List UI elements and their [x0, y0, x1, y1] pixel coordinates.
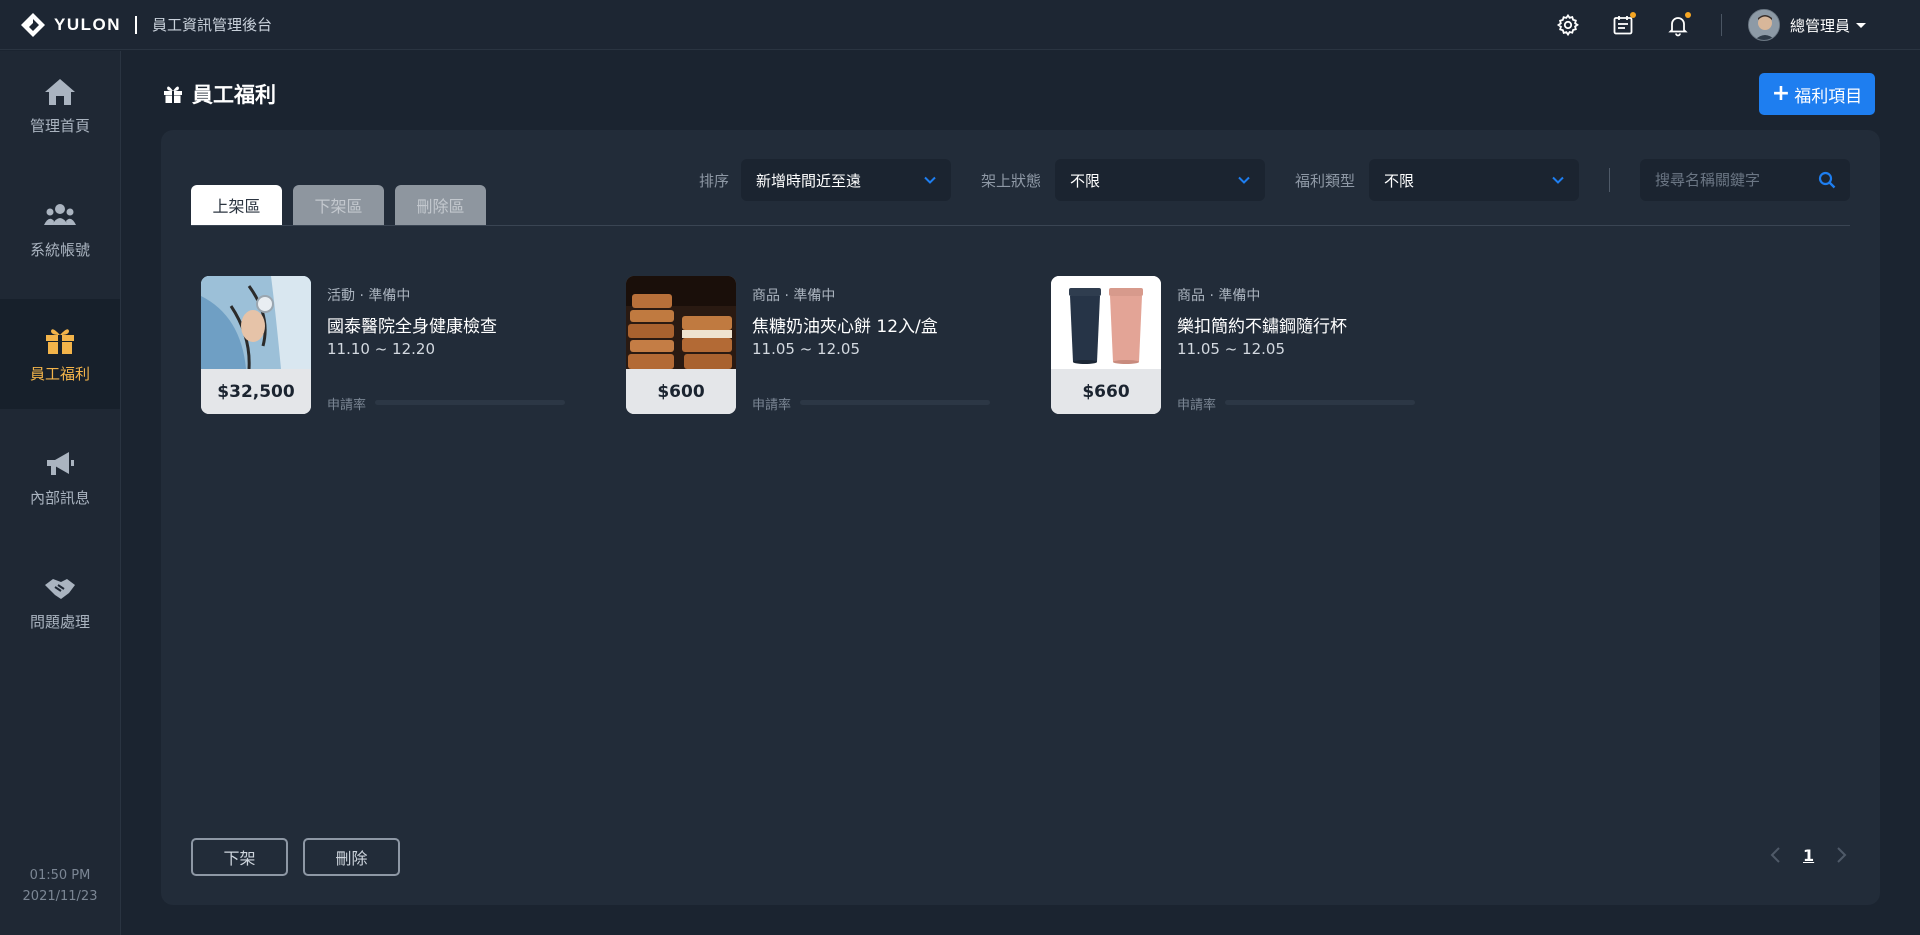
gear-icon[interactable] — [1556, 13, 1580, 37]
brand-name: YULON — [54, 14, 121, 34]
sidebar-item-label: 管理首頁 — [29, 116, 90, 135]
sidebar: 管理首頁 系統帳號 員工福利 內部訊息 問題處理 01:50 PM 2021/1… — [0, 51, 121, 935]
header-divider — [1721, 14, 1722, 36]
search-icon[interactable] — [1818, 171, 1836, 189]
search-input[interactable] — [1640, 159, 1810, 201]
bell-notification-dot — [1685, 12, 1691, 18]
clock-date: 2021/11/23 — [22, 889, 98, 904]
sort-select[interactable]: 新增時間近至遠 — [741, 159, 951, 201]
benefit-thumbnail: $32,500 — [201, 276, 311, 414]
benefit-meta: 商品 · 準備中 — [752, 288, 836, 304]
page-number[interactable]: 1 — [1803, 846, 1814, 865]
benefit-meta: 活動 · 準備中 — [327, 288, 411, 304]
benefit-thumbnail: $600 — [626, 276, 736, 414]
tumbler-image — [1051, 276, 1161, 369]
sidebar-item-label: 內部訊息 — [29, 488, 90, 507]
health-check-image — [201, 276, 311, 369]
rate-label: 申請率 — [1177, 398, 1217, 413]
brand-logo[interactable]: YULON 員工資訊管理後台 — [20, 12, 272, 38]
chevron-down-icon — [1238, 176, 1250, 184]
benefit-name: 焦糖奶油夾心餅 12入/盒 — [752, 317, 938, 337]
benefit-card[interactable]: $32,500 活動 · 準備中 國泰醫院全身健康檢查 11.10 ~ 12.2… — [201, 276, 571, 414]
gift-icon — [46, 328, 74, 354]
benefit-price: $32,500 — [201, 369, 311, 414]
tab-on-shelf[interactable]: 上架區 — [191, 185, 282, 225]
benefit-price: $600 — [626, 369, 736, 414]
user-menu[interactable]: 總管理員 — [1748, 8, 1867, 42]
gift-icon — [164, 86, 182, 103]
sidebar-item-label: 系統帳號 — [29, 240, 90, 259]
brand-divider — [135, 15, 137, 34]
handshake-icon — [45, 578, 75, 599]
status-value: 不限 — [1070, 171, 1101, 190]
benefit-name: 國泰醫院全身健康檢查 — [327, 317, 497, 337]
benefit-date: 11.10 ~ 12.20 — [327, 340, 435, 358]
app-title: 員工資訊管理後台 — [152, 16, 273, 34]
benefit-card[interactable]: $600 商品 · 準備中 焦糖奶油夾心餅 12入/盒 11.05 ~ 12.0… — [626, 276, 996, 414]
status-label: 架上狀態 — [981, 172, 1042, 190]
sort-label: 排序 — [699, 172, 730, 190]
benefit-card[interactable]: $660 商品 · 準備中 樂扣簡約不鏽鋼隨行杯 11.05 ~ 12.05 申… — [1051, 276, 1421, 414]
page-title: 員工福利 — [163, 79, 276, 109]
plus-icon: + — [1771, 81, 1791, 106]
rate-progress-bar — [1225, 400, 1415, 405]
chevron-right-icon[interactable] — [1832, 844, 1850, 866]
sidebar-clock: 01:50 PM 2021/11/23 — [0, 865, 120, 907]
sidebar-item-benefits[interactable]: 員工福利 — [0, 299, 120, 409]
user-name: 總管理員 — [1790, 16, 1851, 35]
sidebar-item-label: 員工福利 — [29, 364, 90, 383]
sidebar-item-home[interactable]: 管理首頁 — [0, 51, 120, 161]
tab-divider — [191, 225, 1850, 226]
pagination: 1 — [1767, 844, 1850, 866]
benefit-price: $660 — [1051, 369, 1161, 414]
chevron-down-icon — [924, 176, 936, 184]
delete-button[interactable]: 刪除 — [303, 838, 400, 876]
rate-label: 申請率 — [327, 398, 367, 413]
megaphone-icon — [47, 451, 74, 475]
benefits-panel: 上架區 下架區 刪除區 排序 新增時間近至遠 架上狀態 不限 福利類型 不限 搜… — [161, 130, 1880, 905]
benefit-meta: 商品 · 準備中 — [1177, 288, 1261, 304]
tab-deleted[interactable]: 刪除區 — [395, 185, 486, 225]
benefit-date: 11.05 ~ 12.05 — [752, 340, 860, 358]
sidebar-item-issues[interactable]: 問題處理 — [0, 547, 120, 657]
benefit-name: 樂扣簡約不鏽鋼隨行杯 — [1177, 317, 1347, 337]
sidebar-item-label: 問題處理 — [29, 612, 90, 631]
cookie-image — [626, 276, 736, 369]
type-value: 不限 — [1384, 171, 1415, 190]
chevron-left-icon[interactable] — [1767, 844, 1785, 866]
rate-progress-bar — [375, 400, 565, 405]
sidebar-item-messages[interactable]: 內部訊息 — [0, 423, 120, 533]
chevron-down-icon — [1552, 176, 1564, 184]
calendar-icon[interactable] — [1611, 12, 1636, 37]
bell-icon[interactable] — [1666, 12, 1691, 37]
add-benefit-button[interactable]: + 福利項目 — [1759, 73, 1875, 115]
top-bar: YULON 員工資訊管理後台 總管理員 — [0, 0, 1920, 50]
calendar-notification-dot — [1630, 12, 1636, 18]
tab-bar: 上架區 下架區 刪除區 — [191, 185, 497, 225]
tab-off-shelf[interactable]: 下架區 — [293, 185, 384, 225]
benefit-date: 11.05 ~ 12.05 — [1177, 340, 1285, 358]
sidebar-item-accounts[interactable]: 系統帳號 — [0, 175, 120, 285]
status-select[interactable]: 不限 — [1055, 159, 1265, 201]
yulon-logo-icon — [21, 12, 45, 37]
search-box — [1640, 159, 1850, 201]
rate-label: 申請率 — [752, 398, 792, 413]
offshelf-button[interactable]: 下架 — [191, 838, 288, 876]
chevron-down-icon — [1856, 22, 1867, 28]
clock-time: 01:50 PM — [29, 868, 91, 883]
users-icon — [44, 203, 76, 225]
type-select[interactable]: 不限 — [1369, 159, 1579, 201]
type-label: 福利類型 — [1295, 172, 1356, 190]
page-title-text: 員工福利 — [192, 83, 276, 107]
filter-divider — [1609, 168, 1610, 192]
home-icon — [45, 78, 75, 105]
benefit-thumbnail: $660 — [1051, 276, 1161, 414]
add-benefit-label: 福利項目 — [1794, 86, 1863, 107]
sort-value: 新增時間近至遠 — [756, 171, 862, 190]
rate-progress-bar — [800, 400, 990, 405]
avatar — [1748, 9, 1780, 41]
